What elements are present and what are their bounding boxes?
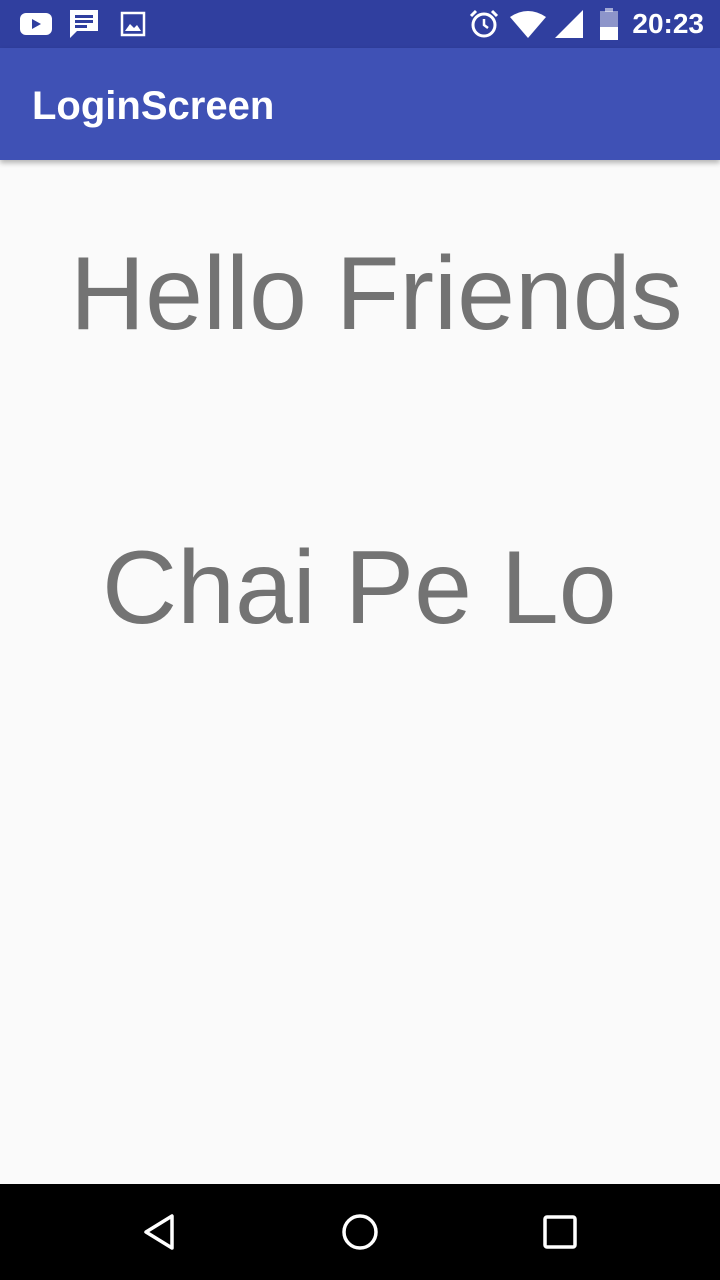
battery-icon	[596, 0, 622, 48]
status-time: 20:23	[632, 8, 704, 39]
home-icon[interactable]	[312, 1184, 408, 1280]
alarm-icon	[466, 0, 502, 48]
recents-icon[interactable]	[512, 1184, 608, 1280]
hello-text: Hello Friends	[70, 236, 683, 352]
signal-icon	[552, 0, 586, 48]
chai-text: Chai Pe Lo	[102, 530, 617, 646]
content-area: Hello Friends Chai Pe Lo	[0, 160, 720, 1184]
navigation-bar	[0, 1184, 720, 1280]
back-icon[interactable]	[112, 1184, 208, 1280]
image-icon	[118, 0, 148, 48]
wifi-icon	[508, 0, 548, 48]
youtube-icon	[18, 0, 54, 48]
app-title: LoginScreen	[32, 84, 275, 128]
status-bar: 20:23	[0, 0, 720, 48]
screen: 20:23 LoginScreen Hello Friends Chai Pe …	[0, 0, 720, 1280]
app-bar: LoginScreen	[0, 48, 720, 160]
message-icon	[66, 0, 102, 48]
